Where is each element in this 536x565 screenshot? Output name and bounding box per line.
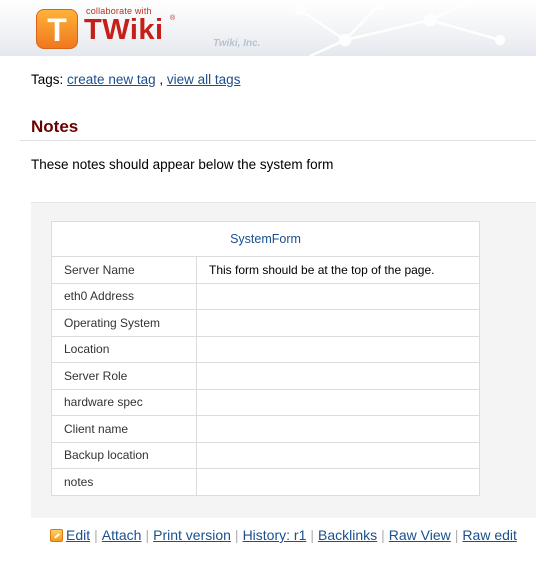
company-name: Twiki, Inc. — [213, 38, 261, 49]
form-field-value — [196, 388, 480, 416]
twiki-logo[interactable]: T collaborate with TWiki ® — [36, 6, 186, 50]
raw-edit-link[interactable]: Raw edit — [462, 527, 516, 543]
form-field-value: This form should be at the top of the pa… — [196, 256, 480, 284]
system-form-title[interactable]: SystemForm — [51, 221, 480, 257]
form-row: Operating System — [51, 309, 480, 337]
tags-separator: , — [159, 72, 164, 87]
system-form-table: SystemForm Server Name This form should b… — [51, 221, 480, 496]
raw-view-link[interactable]: Raw View — [389, 527, 451, 543]
form-field-name: Client name — [51, 415, 197, 443]
form-field-value — [196, 441, 480, 469]
raw-edit-label[interactable]: Raw edit — [462, 527, 516, 543]
form-field-value — [196, 362, 480, 390]
form-row: Client name — [51, 415, 480, 443]
form-field-name: Operating System — [51, 309, 197, 337]
notes-text: These notes should appear below the syst… — [31, 157, 334, 172]
action-separator: | — [310, 527, 314, 543]
logo-registered-mark: ® — [170, 15, 176, 22]
backlinks-link[interactable]: Backlinks — [318, 527, 377, 543]
form-field-value — [196, 415, 480, 443]
history-label[interactable]: History: r1 — [243, 527, 307, 543]
form-field-name: Backup location — [51, 441, 197, 469]
form-field-value — [196, 335, 480, 363]
attach-link[interactable]: Attach — [102, 527, 142, 543]
system-form-title-text[interactable]: SystemForm — [230, 232, 301, 246]
form-row: hardware spec — [51, 388, 480, 416]
form-field-name: hardware spec — [51, 388, 197, 416]
form-field-value — [196, 282, 480, 310]
edit-link[interactable]: Edit — [50, 527, 90, 543]
site-header: T collaborate with TWiki ® Twiki, Inc. — [0, 0, 536, 56]
backlinks-label[interactable]: Backlinks — [318, 527, 377, 543]
action-separator: | — [94, 527, 98, 543]
action-separator: | — [454, 527, 459, 543]
form-row: eth0 Address — [51, 282, 480, 310]
action-separator: | — [234, 527, 239, 543]
edit-link-label[interactable]: Edit — [66, 527, 90, 543]
action-separator: | — [145, 527, 150, 543]
form-field-name: Location — [51, 335, 197, 363]
form-row: Backup location — [51, 441, 480, 469]
logo-wordmark: TWiki — [84, 14, 164, 46]
view-all-tags-link[interactable]: view all tags — [167, 72, 241, 87]
form-row: notes — [51, 468, 480, 496]
form-field-value — [196, 309, 480, 337]
notes-heading: Notes — [31, 117, 79, 136]
form-field-name: Server Name — [51, 256, 197, 284]
form-field-name: eth0 Address — [51, 282, 197, 310]
form-row: Server Name This form should be at the to… — [51, 256, 480, 284]
print-version-label[interactable]: Print version — [153, 527, 231, 543]
tags-bar: Tags: create new tag , view all tags — [31, 72, 240, 87]
history-link[interactable]: History: r1 — [243, 527, 307, 543]
form-row: Location — [51, 335, 480, 363]
form-field-name: notes — [51, 468, 197, 496]
action-separator: | — [381, 527, 385, 543]
topic-actions-bar: Edit | Attach | Print version | History: r1 | Ba… — [50, 527, 517, 543]
logo-t-badge: T — [36, 9, 78, 49]
edit-icon — [50, 529, 63, 542]
form-field-value — [196, 468, 480, 496]
print-version-link[interactable]: Print version — [153, 527, 231, 543]
create-new-tag-link[interactable]: create new tag — [67, 72, 156, 87]
tags-label: Tags: — [31, 72, 64, 87]
attach-link-label[interactable]: Attach — [102, 527, 142, 543]
logo-letter: T — [47, 12, 67, 48]
form-row: Server Role — [51, 362, 480, 390]
raw-view-label[interactable]: Raw View — [389, 527, 451, 543]
notes-divider — [20, 140, 536, 141]
form-field-name: Server Role — [51, 362, 197, 390]
